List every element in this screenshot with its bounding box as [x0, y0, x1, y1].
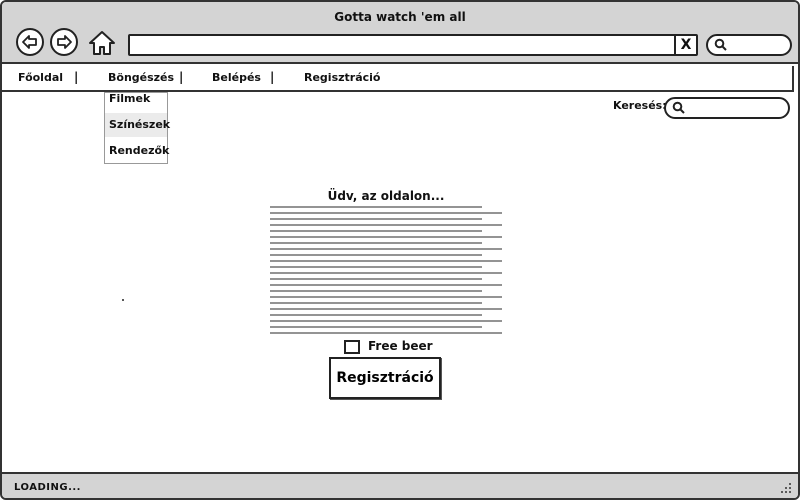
browse-dropdown: Filmek Színészek Rendezők	[104, 92, 170, 164]
resize-grip-icon[interactable]	[780, 482, 792, 494]
home-icon	[89, 31, 115, 55]
site-search-input[interactable]	[664, 97, 790, 119]
browser-chrome: Gotta watch 'em all X	[2, 2, 798, 64]
placeholder-text-block	[270, 206, 502, 334]
search-icon	[672, 101, 685, 114]
menu-item-browse[interactable]: Böngészés	[108, 71, 174, 84]
browser-window: Gotta watch 'em all X Főoldal | Böngészé…	[0, 0, 800, 500]
free-beer-checkbox[interactable]	[344, 340, 360, 354]
menu-separator: |	[74, 70, 79, 84]
clear-address-button[interactable]: X	[674, 36, 696, 54]
close-icon: X	[680, 37, 692, 53]
forward-button[interactable]	[50, 28, 78, 56]
dropdown-item-movies[interactable]: Filmek	[105, 87, 167, 111]
forward-arrow-icon	[57, 35, 72, 49]
site-search-label: Keresés:	[613, 99, 667, 112]
welcome-title: Üdv, az oldalon...	[327, 189, 445, 203]
window-title: Gotta watch 'em all	[334, 10, 466, 24]
back-button[interactable]	[16, 28, 44, 56]
dropdown-item-directors[interactable]: Rendezők	[105, 139, 169, 163]
status-bar: LOADING...	[2, 472, 798, 498]
menu-item-home[interactable]: Főoldal	[18, 71, 63, 84]
address-bar[interactable]: X	[128, 34, 698, 56]
dropdown-item-actors[interactable]: Színészek	[105, 113, 170, 137]
search-icon	[714, 38, 727, 51]
stray-dot	[122, 299, 124, 301]
menu-separator: |	[179, 70, 184, 84]
free-beer-label: Free beer	[368, 339, 433, 353]
menu-item-login[interactable]: Belépés	[212, 71, 261, 84]
status-text: LOADING...	[14, 482, 81, 493]
browser-search-input[interactable]	[706, 34, 792, 56]
register-button[interactable]: Regisztráció	[329, 357, 441, 399]
menu-separator: |	[270, 70, 275, 84]
menu-item-register[interactable]: Regisztráció	[304, 71, 380, 84]
back-arrow-icon	[22, 35, 37, 49]
home-button[interactable]	[88, 29, 116, 57]
